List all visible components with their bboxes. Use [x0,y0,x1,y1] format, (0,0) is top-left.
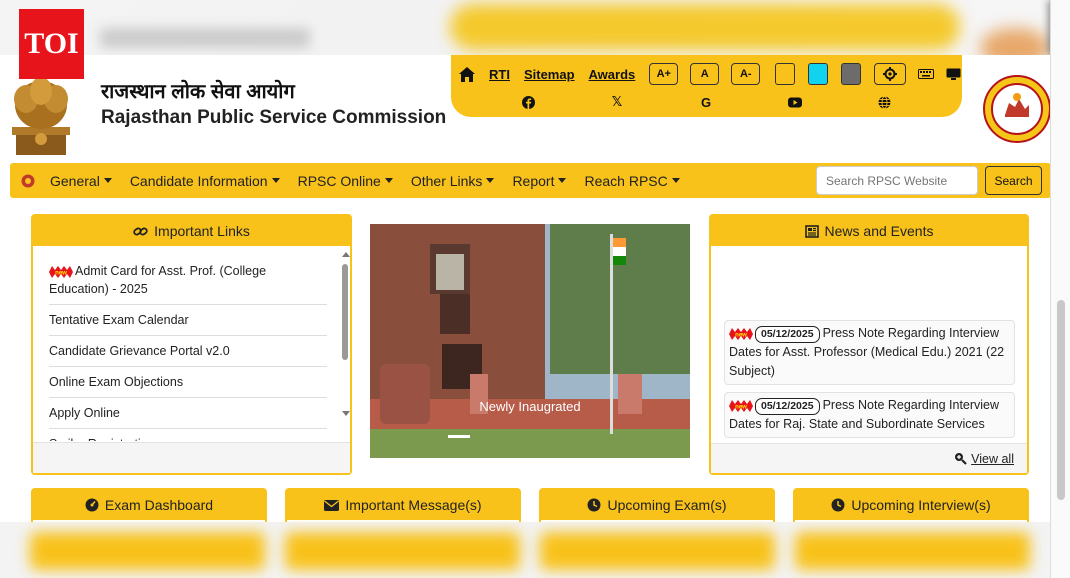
clock-icon [831,498,845,512]
home-icon[interactable] [459,66,475,82]
important-links-header: Important Links [33,216,350,246]
accessibility-toolbar: RTI Sitemap Awards A+ A A- 𝕏 G [451,55,962,117]
gear-icon [883,67,898,81]
scrollbar-thumb[interactable] [342,264,348,360]
org-name-english: Rajasthan Public Service Commission [101,107,447,128]
card-title: Upcoming Interview(s) [851,497,991,513]
theme-cyan-button[interactable] [808,63,829,85]
settings-button[interactable] [874,63,907,85]
new-badge-icon: new [729,399,753,412]
list-item[interactable]: Online Exam Objections [49,367,327,398]
link-icon [133,227,148,235]
svg-text:new: new [735,332,747,338]
news-events-title: News and Events [824,223,934,239]
new-badge-icon: new [729,327,753,340]
news-item[interactable]: new 05/12/2025 Press Note Regarding Interv… [724,392,1015,438]
news-events-panel: News and Events new 05/12/2025 Press Note … [709,214,1029,475]
blurred-background-top [0,0,1070,68]
caret-down-icon [671,178,680,183]
caret-down-icon [103,178,112,183]
youtube-icon[interactable] [788,95,802,109]
blurred-background-bottom [0,522,1070,578]
x-icon[interactable]: 𝕏 [610,94,624,109]
list-item[interactable]: Scribe Registration [49,429,327,441]
clock-icon [587,498,601,512]
nav-candidate-information[interactable]: Candidate Information [130,173,280,189]
important-links-footer [33,442,350,473]
facebook-icon[interactable] [521,95,535,109]
nav-reach-rpsc[interactable]: Reach RPSC [584,173,680,189]
carousel-caption: Newly Inaugrated [479,399,581,414]
scroll-down-icon[interactable] [341,410,351,418]
font-increase-button[interactable]: A+ [649,63,679,85]
svg-text:new: new [735,404,747,410]
newspaper-icon [804,224,819,238]
news-item[interactable]: new 05/12/2025 Press Note Regarding Interv… [724,320,1015,385]
scroll-up-icon[interactable] [341,250,351,258]
nav-general[interactable]: General [50,173,112,189]
new-badge-icon: new [49,265,73,278]
google-icon[interactable]: G [699,95,713,110]
date-badge: 05/12/2025 [755,326,820,343]
rpsc-seal-icon [983,75,1051,143]
sitemap-link[interactable]: Sitemap [524,67,575,82]
list-item[interactable]: Tentative Exam Calendar [49,305,327,336]
news-events-header: News and Events [711,216,1027,246]
caret-down-icon [486,178,495,183]
search-button[interactable]: Search [985,166,1042,195]
gauge-icon [85,498,99,512]
list-item[interactable]: Candidate Grievance Portal v2.0 [49,336,327,367]
important-links-title: Important Links [154,223,250,239]
font-decrease-button[interactable]: A- [731,63,761,85]
search-plus-icon [955,453,967,465]
building-image [370,224,690,458]
caret-down-icon [558,178,567,183]
font-reset-button[interactable]: A [690,63,720,85]
caret-down-icon [271,178,280,183]
list-item[interactable]: new Admit Card for Asst. Prof. (College E… [49,256,327,305]
theme-yellow-button[interactable] [775,63,796,85]
news-footer: View all [711,443,1027,473]
links-scrollbar[interactable] [340,250,350,440]
monitor-icon[interactable] [946,68,961,81]
news-list: new 05/12/2025 Press Note Regarding Interv… [711,246,1027,443]
view-all-link[interactable]: View all [971,452,1014,466]
emblem-home-icon[interactable] [21,174,35,188]
important-links-panel: Important Links new Admit Card for Asst. … [31,214,352,475]
page-scrollbar[interactable] [1050,0,1070,578]
list-item[interactable]: Apply Online [49,398,327,429]
card-title: Important Message(s) [345,497,482,513]
card-title: Upcoming Exam(s) [607,497,727,513]
card-title: Exam Dashboard [104,497,214,513]
main-nav: General Candidate Information RPSC Onlin… [10,163,1051,198]
svg-text:new: new [55,270,67,276]
page-scrollbar-thumb[interactable] [1057,300,1065,500]
theme-gray-button[interactable] [841,63,862,85]
carousel-photo[interactable]: Newly Inaugrated [370,224,690,458]
awards-link[interactable]: Awards [589,67,636,82]
search-input[interactable] [816,166,978,195]
nav-other-links[interactable]: Other Links [411,173,495,189]
globe-icon[interactable] [877,95,891,109]
keyboard-icon[interactable] [918,68,935,80]
nav-rpsc-online[interactable]: RPSC Online [298,173,393,189]
rti-link[interactable]: RTI [489,67,510,82]
important-links-list: new Admit Card for Asst. Prof. (College E… [33,246,350,441]
rpsc-page: राजस्थान लोक सेवा आयोग Rajasthan Public … [0,55,1051,528]
carousel-indicator[interactable] [448,435,470,438]
nav-report[interactable]: Report [512,173,567,189]
toi-logo: TOI [19,9,84,79]
date-badge: 05/12/2025 [755,398,820,415]
envelope-icon [324,499,340,511]
org-name-hindi: राजस्थान लोक सेवा आयोग [101,81,295,103]
caret-down-icon [384,178,393,183]
